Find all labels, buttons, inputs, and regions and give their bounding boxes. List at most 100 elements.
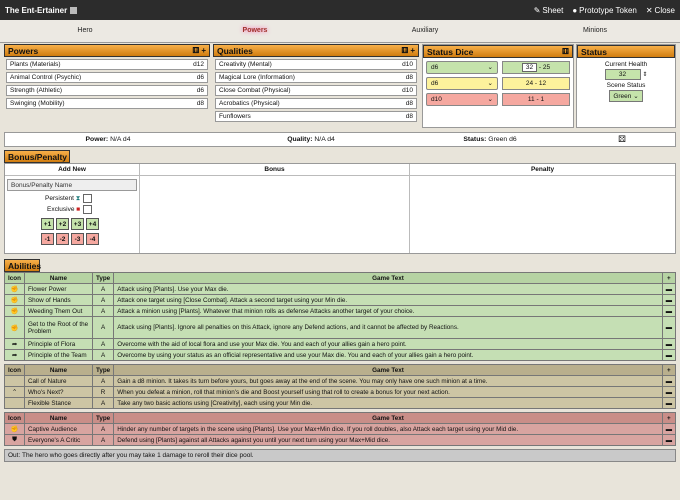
add-ability-icon[interactable]: + bbox=[661, 412, 677, 424]
ability-row: ✊ Weeding Them Out A Attack a minion using … bbox=[4, 305, 677, 317]
chevron-down-icon: ⌄ bbox=[487, 96, 493, 103]
top-section: Powers ⚅ + Plants (Materials) d12 Animal C… bbox=[4, 44, 676, 128]
dice-icon[interactable]: ⚅ bbox=[562, 47, 569, 56]
persistent-row: Persistent ⧗ bbox=[45, 194, 139, 203]
dice-icon[interactable]: ⚅ bbox=[192, 46, 199, 55]
chat-icon[interactable]: ▬ bbox=[661, 338, 677, 350]
add-ability-icon[interactable]: + bbox=[661, 364, 677, 376]
bonus-penalty-body: Add New Bonus/Penalty Name Persistent ⧗ … bbox=[4, 163, 676, 254]
close-button[interactable]: ✕ Close bbox=[646, 6, 675, 15]
chat-icon[interactable]: ▬ bbox=[661, 349, 677, 361]
chevron-down-icon: ⌄ bbox=[487, 64, 493, 71]
status-die-select[interactable]: d6 ⌄ bbox=[426, 77, 498, 90]
lock-icon: ■ bbox=[76, 206, 81, 214]
add-ability-icon[interactable]: + bbox=[661, 272, 677, 284]
power-summary: Power: N/A d4 bbox=[85, 136, 131, 143]
bonus-plus1-button[interactable]: +1 bbox=[41, 218, 54, 231]
chat-icon[interactable]: ▬ bbox=[661, 434, 677, 446]
exclusive-checkbox[interactable] bbox=[83, 205, 93, 215]
status-dice-panel: Status Dice ⚅ d6 ⌄ 32 - 25 d6 ⌄ 24 - 12 d1… bbox=[422, 44, 574, 128]
quality-row[interactable]: Funflowers d8 bbox=[215, 111, 417, 122]
penalty-minus4-button[interactable]: -4 bbox=[86, 233, 99, 246]
window-titlebar: The Ent-Ertainer ✎ Sheet ● Prototype Token… bbox=[0, 0, 680, 20]
qualities-header: Qualities ⚅ + bbox=[213, 44, 419, 57]
chat-icon[interactable]: ▬ bbox=[661, 397, 677, 409]
window-menu-icon[interactable] bbox=[70, 6, 78, 14]
qualities-panel: Qualities ⚅ + Creativity (Mental) d10 Magi… bbox=[213, 44, 419, 128]
exclusive-row: Exclusive ■ bbox=[47, 205, 139, 215]
summary-bar: Power: N/A d4 Quality: N/A d4 Status: Gr… bbox=[4, 132, 676, 147]
powers-header: Powers ⚅ + bbox=[4, 44, 210, 57]
quality-row[interactable]: Magical Lore (Information) d8 bbox=[215, 72, 417, 83]
status-die-select[interactable]: d10 ⌄ bbox=[426, 93, 498, 106]
power-row[interactable]: Plants (Materials) d12 bbox=[6, 59, 208, 70]
fist-icon: ✊ bbox=[4, 283, 25, 295]
power-row[interactable]: Swinging (Mobility) d8 bbox=[6, 98, 208, 109]
ability-row: ➦ Principle of Flora A Overcome with the ai… bbox=[4, 338, 677, 350]
penalty-minus3-button[interactable]: -3 bbox=[71, 233, 84, 246]
abilities-table-red: Icon Name Type Game Text + ✊ Captive Audi… bbox=[4, 412, 677, 446]
penalty-minus1-button[interactable]: -1 bbox=[41, 233, 54, 246]
status-die-row-red: d10 ⌄ 11 - 1 bbox=[426, 93, 570, 106]
chat-icon[interactable]: ▬ bbox=[661, 283, 677, 295]
penalty-minus2-button[interactable]: -2 bbox=[56, 233, 69, 246]
status-range: 11 - 1 bbox=[502, 93, 570, 106]
bonus-plus2-button[interactable]: +2 bbox=[56, 218, 69, 231]
bonus-plus4-button[interactable]: +4 bbox=[86, 218, 99, 231]
add-icon[interactable]: + bbox=[201, 46, 206, 55]
chat-icon[interactable]: ▬ bbox=[661, 294, 677, 306]
chat-icon[interactable]: ▬ bbox=[661, 375, 677, 387]
ability-row: ⛊ Everyone's A Critic A Defend using [Plant… bbox=[4, 434, 677, 446]
chat-icon[interactable]: ▬ bbox=[661, 316, 677, 339]
fist-down-icon: ✊ bbox=[4, 423, 25, 435]
quality-row[interactable]: Creativity (Mental) d10 bbox=[215, 59, 417, 70]
bonus-penalty-name-input[interactable]: Bonus/Penalty Name bbox=[7, 179, 137, 191]
stepper-icon[interactable]: ⇕ bbox=[642, 72, 647, 78]
ability-row: ➦ Principle of the Team A Overcome by using… bbox=[4, 349, 677, 361]
status-range-input[interactable]: 32 bbox=[521, 63, 538, 72]
ability-row: Flexible Stance A Take any two basic actio… bbox=[4, 397, 677, 409]
roll-dice-icon[interactable]: ⚄ bbox=[569, 134, 675, 145]
power-row[interactable]: Animal Control (Psychic) d6 bbox=[6, 72, 208, 83]
ability-row: ✊ Show of Hands A Attack one target using [… bbox=[4, 294, 677, 306]
status-range: 32 - 25 bbox=[502, 61, 570, 74]
penalty-column: Penalty bbox=[410, 164, 675, 253]
tab-hero[interactable]: Hero bbox=[0, 20, 170, 42]
ability-row: ✊ Get to the Root of the Problem A Attack u… bbox=[4, 316, 677, 339]
close-icon: ✕ bbox=[645, 5, 653, 15]
chevron-down-icon: ⌄ bbox=[633, 93, 639, 100]
ability-row: Call of Nature A Gain a d8 minion. It take… bbox=[4, 375, 677, 387]
current-health-input[interactable]: 32 bbox=[604, 69, 641, 80]
quality-row[interactable]: Close Combat (Physical) d10 bbox=[215, 85, 417, 96]
chat-icon[interactable]: ▬ bbox=[661, 423, 677, 435]
status-range: 24 - 12 bbox=[502, 77, 570, 90]
scene-status-select[interactable]: Green ⌄ bbox=[609, 90, 643, 102]
power-row[interactable]: Strength (Athletic) d6 bbox=[6, 85, 208, 96]
abilities-header-row: Icon Name Type Game Text + bbox=[4, 272, 677, 284]
abilities-header: Abilities bbox=[4, 259, 41, 272]
tab-minions[interactable]: Minions bbox=[510, 20, 680, 42]
chat-icon[interactable]: ▬ bbox=[661, 386, 677, 398]
window-title: The Ent-Ertainer bbox=[5, 5, 68, 15]
shield-icon: ⛊ bbox=[4, 434, 25, 446]
status-summary: Status: Green d6 bbox=[463, 136, 517, 143]
persistent-checkbox[interactable] bbox=[83, 194, 93, 203]
abilities-panel: Abilities Icon Name Type Game Text + ✊ Fl… bbox=[4, 259, 677, 462]
quality-row[interactable]: Acrobatics (Physical) d8 bbox=[215, 98, 417, 109]
add-icon[interactable]: + bbox=[410, 46, 415, 55]
status-die-select[interactable]: d6 ⌄ bbox=[426, 61, 498, 74]
status-die-row-green: d6 ⌄ 32 - 25 bbox=[426, 61, 570, 74]
fist-icon: ✊ bbox=[4, 316, 25, 339]
sheet-button[interactable]: ✎ Sheet bbox=[534, 6, 564, 15]
tab-powers[interactable]: Powers bbox=[170, 20, 340, 42]
dice-icon[interactable]: ⚅ bbox=[401, 46, 408, 55]
user-icon: ● bbox=[572, 5, 578, 15]
abilities-table-yellow: Icon Name Type Game Text + Call of Natur… bbox=[4, 364, 677, 409]
prototype-token-button[interactable]: ● Prototype Token bbox=[572, 6, 637, 15]
tab-auxiliary[interactable]: Auxiliary bbox=[340, 20, 510, 42]
bonus-column: Bonus bbox=[140, 164, 410, 253]
bonus-plus3-button[interactable]: +3 bbox=[71, 218, 84, 231]
fist-icon: ✊ bbox=[4, 294, 25, 306]
bonus-buttons: +1 +2 +3 +4 bbox=[41, 218, 139, 231]
chat-icon[interactable]: ▬ bbox=[661, 305, 677, 317]
